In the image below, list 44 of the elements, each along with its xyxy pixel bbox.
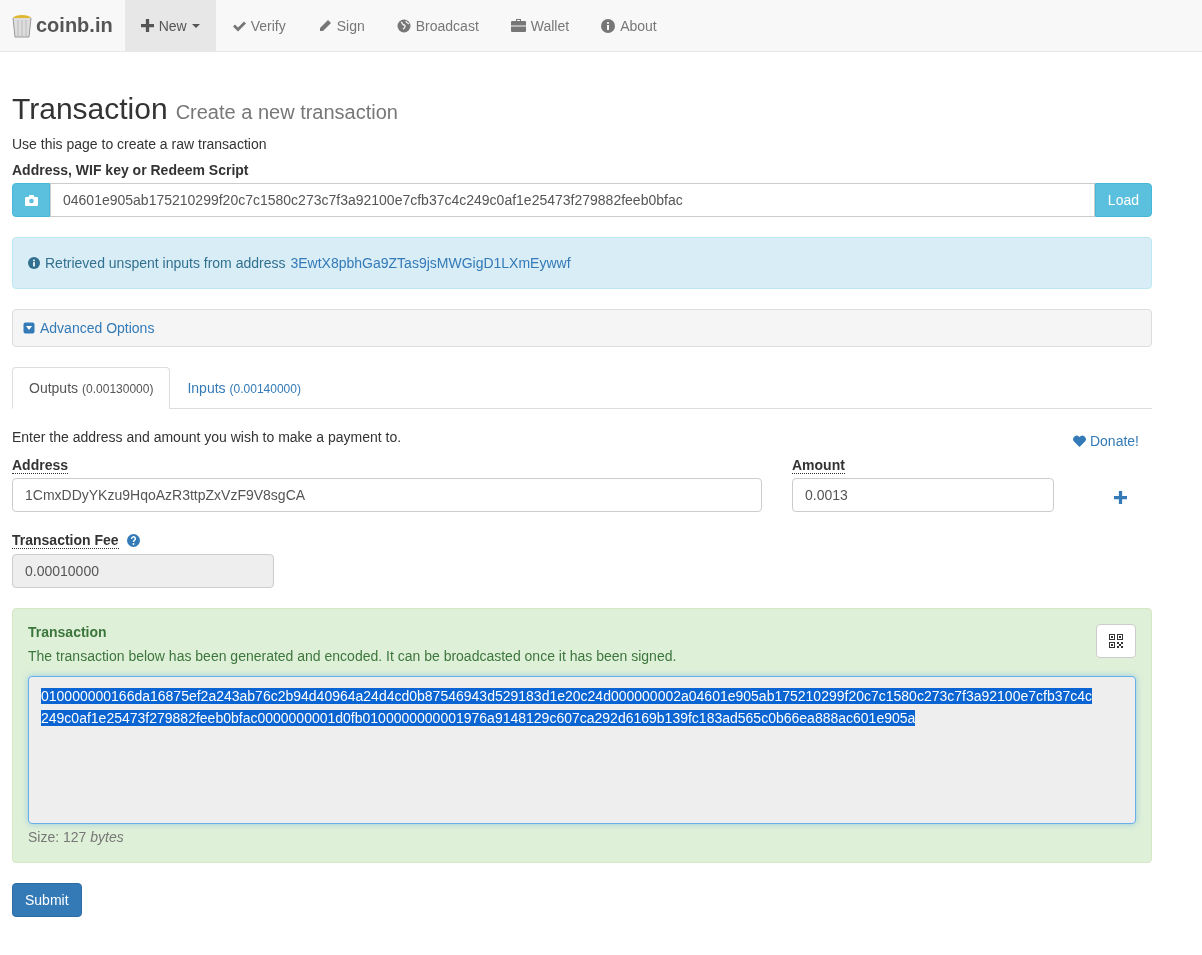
pencil-icon [317,18,332,33]
camera-button[interactable] [12,183,50,217]
tab[interactable]: Inputs (0.00140000) [170,367,318,409]
nav-item[interactable]: Broadcast [380,0,495,51]
advanced-options-link[interactable]: Advanced Options [40,320,155,336]
panel-message: The transaction below has been generated and encoded. It can be broadcasted once it has been signed. [28,648,677,664]
qr-code-icon [1109,634,1123,648]
amount-label: Amount [792,457,845,474]
camera-icon [24,194,38,206]
submit-button[interactable]: Submit [12,883,82,917]
page-subtitle: Create a new transaction [175,101,398,124]
bucket-icon [12,13,32,38]
description-text: Use this page to create a raw transaction [12,136,268,152]
info-icon [601,18,616,33]
globe-icon [396,18,411,33]
fee-label: Transaction Fee [12,532,119,549]
nav-item[interactable]: New [124,0,216,51]
address-label: Address [12,457,69,474]
source-input[interactable]: 04601e905ab175210299f20c7c1580c273c7f3a92100e7cfb37c4c249c0af1e25473f279882feeb0bfac [50,183,1095,217]
page-title: Transaction [12,92,168,126]
briefcase-icon [510,19,526,32]
field-label: Address, WIF key or Redeem Script [12,162,250,178]
address-input[interactable]: 1CmxDDyYKzu9HqoAzR3ttpZxVzF9V8sgCA [12,478,762,512]
alert-text: Retrieved unspent inputs from address [45,255,286,271]
info-icon [28,257,40,269]
plus-icon[interactable] [1114,491,1127,504]
size-text: Size: 127 bytes [28,829,124,845]
nav-item[interactable]: Sign [301,0,381,51]
help-icon[interactable] [126,534,140,547]
panel-title: Transaction [28,624,108,640]
plus-icon [140,19,154,32]
instruction-text: Enter the address and amount you wish to make a payment to. [12,429,402,445]
address-link[interactable]: 3EwtX8pbhGa9ZTas9jsMWGigD1LXmEywwf [290,255,571,271]
check-icon [231,19,246,32]
brand-logo[interactable]: coinb.in [12,0,113,51]
heart-icon [1072,435,1086,447]
nav-item[interactable]: Verify [215,0,302,51]
nav-item[interactable]: Wallet [494,0,586,51]
nav-item[interactable]: About [585,0,673,51]
amount-input[interactable]: 0.0013 [792,478,1054,512]
fee-input[interactable]: 0.00010000 [12,554,274,588]
qr-code-button[interactable] [1096,624,1136,658]
tab[interactable]: Outputs (0.00130000) [12,367,171,409]
donate-link[interactable]: Donate! [1072,433,1139,449]
